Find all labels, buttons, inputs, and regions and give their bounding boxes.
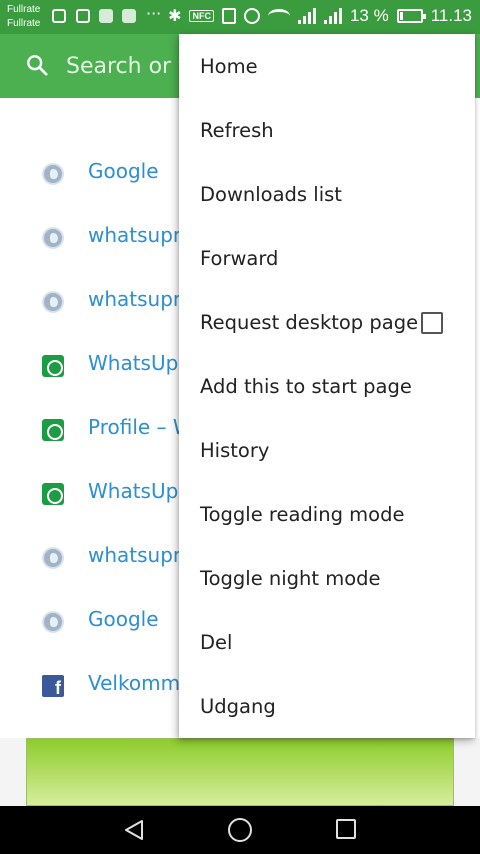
facebook-icon: f [42,675,64,697]
menu-item-label: Forward [200,246,279,270]
banner-margin [0,738,26,806]
signal-icon [297,8,316,24]
menu-item-label: Downloads list [200,182,342,206]
ad-banner[interactable] [26,738,454,806]
vibrate-icon [221,8,236,24]
notification-icon [76,9,90,23]
signal-icon-2 [323,8,342,24]
globe-icon [42,163,64,185]
menu-item-refresh[interactable]: Refresh [179,98,475,162]
menu-item-label: Home [200,54,258,78]
menu-item-downloads[interactable]: Downloads list [179,162,475,226]
globe-icon [42,611,64,633]
list-item-label: Google [88,607,159,631]
wifi-icon [267,9,290,23]
clock-time: 11.13 [430,6,472,25]
menu-item-exit[interactable]: Udgang [179,674,475,738]
whatsapp-icon [42,419,64,441]
menu-item-request-desktop[interactable]: Request desktop page [179,290,475,354]
home-icon[interactable] [228,818,252,842]
menu-item-reading-mode[interactable]: Toggle reading mode [179,482,475,546]
menu-item-label: Udgang [200,694,276,718]
request-desktop-checkbox[interactable] [421,312,443,334]
status-icons: ✱ NFC 13 % 11.13 [168,6,472,26]
list-item-label: WhatsUp [88,479,179,503]
notification-icon [99,9,113,23]
overflow-menu: Home Refresh Downloads list Forward Requ… [179,34,475,738]
menu-item-label: Del [200,630,233,654]
menu-item-label: Add this to start page [200,374,412,398]
bluetooth-icon: ✱ [168,8,182,25]
carrier-label-1: Fullrate [7,4,41,15]
menu-item-add-start-page[interactable]: Add this to start page [179,354,475,418]
battery-percent: 13 % [349,6,389,25]
back-icon[interactable] [122,818,146,842]
menu-item-forward[interactable]: Forward [179,226,475,290]
menu-item-home[interactable]: Home [179,34,475,98]
status-bar: Fullrate Fullrate ··· ✱ NFC 13 % 11.13 [0,0,480,34]
banner-margin [454,738,480,806]
menu-item-history[interactable]: History [179,418,475,482]
carrier-label-2: Fullrate [7,18,41,29]
menu-item-label: Request desktop page [200,310,419,334]
alarm-icon [243,8,260,24]
recent-apps-icon[interactable] [336,819,356,839]
globe-icon [42,291,64,313]
menu-item-label: History [200,438,270,462]
globe-icon [42,227,64,249]
menu-item-share[interactable]: Del [179,610,475,674]
image-notification-icon [122,9,136,23]
menu-item-label: Refresh [200,118,274,142]
list-item-label: Google [88,159,159,183]
menu-item-label: Toggle night mode [200,566,381,590]
notification-icon [52,9,66,23]
nfc-icon: NFC [189,10,214,22]
whatsapp-icon [42,483,64,505]
more-notifications-icon: ··· [146,4,162,23]
globe-icon [42,547,64,569]
menu-item-night-mode[interactable]: Toggle night mode [179,546,475,610]
whatsapp-icon [42,355,64,377]
list-item-label: WhatsUp [88,351,179,375]
battery-icon [396,9,426,23]
search-icon[interactable] [26,54,48,76]
system-nav-bar [0,806,480,854]
menu-item-label: Toggle reading mode [200,502,405,526]
